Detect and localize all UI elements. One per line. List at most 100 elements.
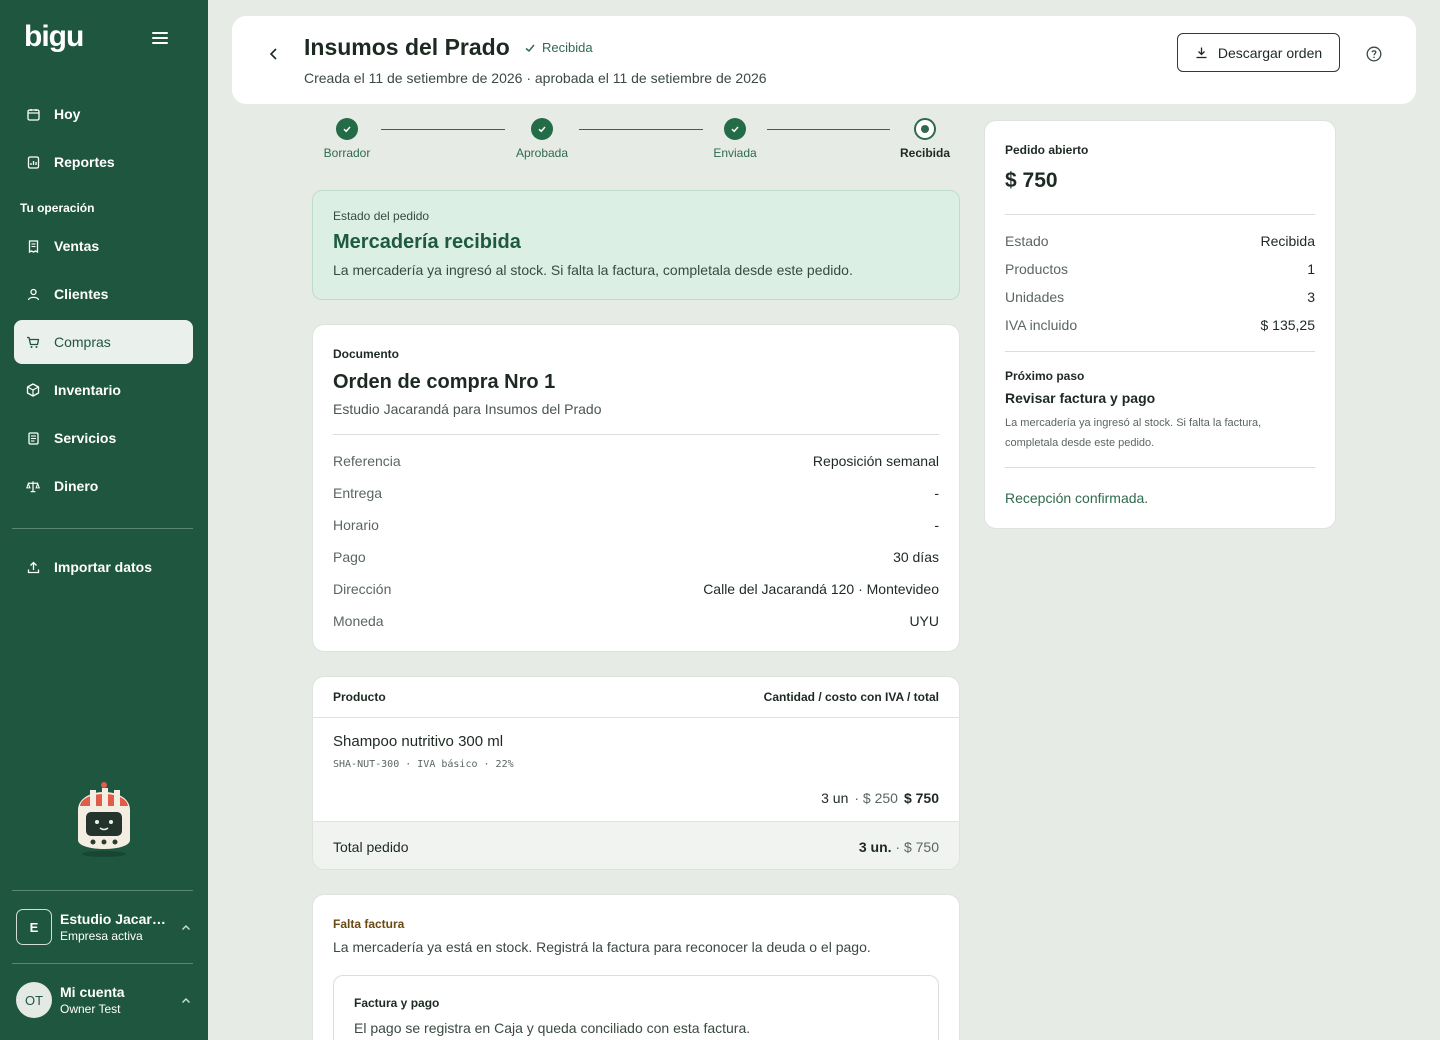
invoice-label: Falta factura [333, 917, 405, 931]
company-name: Estudio Jacarandá [60, 911, 172, 927]
nav-item-inventario[interactable]: Inventario [14, 368, 193, 412]
sidebar-divider [12, 963, 193, 964]
document-icon [26, 431, 40, 445]
field-moneda: Moneda UYU [333, 613, 939, 629]
invoice-payment-label: Factura y pago [354, 996, 440, 1010]
calendar-icon [26, 107, 40, 121]
summary-value: $ 135,25 [1260, 317, 1316, 333]
menu-toggle-icon[interactable] [152, 32, 168, 46]
nav-item-importar-datos[interactable]: Importar datos [14, 545, 193, 589]
field-value: 30 días [893, 549, 939, 565]
company-status: Empresa activa [60, 929, 143, 943]
reception-confirmed-link[interactable]: Recepción confirmada. [1005, 490, 1148, 506]
next-step-title: Revisar factura y pago [1005, 390, 1156, 406]
nav-item-hoy[interactable]: Hoy [14, 92, 193, 136]
nav-item-ventas[interactable]: Ventas [14, 224, 193, 268]
order-summary-card: Pedido abierto $ 750 Estado Recibida Pro… [984, 120, 1336, 529]
nav-item-reportes[interactable]: Reportes [14, 140, 193, 184]
document-label: Documento [333, 347, 399, 361]
account-user: Owner Test [60, 1002, 121, 1016]
section-label: Tu operación [20, 201, 95, 215]
app-logo[interactable]: bigu [24, 20, 84, 54]
nav-item-label: Compras [54, 334, 111, 350]
order-total-row: Total pedido 3 un. · $ 750 [313, 821, 959, 869]
summary-value: Recibida [1260, 233, 1315, 249]
mascot-illustration [72, 780, 136, 858]
step-enviada: Enviada [690, 118, 780, 160]
nav-item-label: Servicios [54, 430, 117, 446]
invoice-payment-panel[interactable]: Factura y pago El pago se registra en Ca… [333, 975, 939, 1040]
check-icon [531, 118, 553, 140]
product-meta: SHA-NUT-300 · IVA básico · 22% [333, 759, 514, 770]
order-total-label: Total pedido [333, 838, 409, 855]
summary-key: Estado [1005, 233, 1049, 249]
next-step-label: Próximo paso [1005, 369, 1085, 383]
document-card: Documento Orden de compra Nro 1 Estudio … [312, 324, 960, 652]
page-title: Insumos del Prado [304, 34, 510, 60]
download-icon [1196, 47, 1207, 59]
page-subtitle: Creada el 11 de setiembre de 2026 · apro… [304, 70, 767, 86]
product-line-values: 3 un · $ 250 $ 750 [821, 790, 939, 806]
field-key: Moneda [333, 613, 384, 629]
sidebar-divider [12, 890, 193, 891]
user-icon [26, 287, 40, 301]
company-switcher[interactable]: E Estudio Jacarandá Empresa activa [16, 907, 192, 947]
nav-item-servicios[interactable]: Servicios [14, 416, 193, 460]
field-value: Reposición semanal [812, 453, 939, 469]
divider [1005, 351, 1315, 352]
download-order-button[interactable]: Descargar orden [1177, 33, 1340, 72]
field-key: Entrega [333, 485, 383, 501]
chevron-up-icon [180, 921, 192, 933]
account-text: Mi cuenta Owner Test [60, 984, 180, 1016]
chevron-up-icon [180, 994, 192, 1006]
product-cost: · $ 250 [854, 790, 898, 806]
account-name: Mi cuenta [60, 984, 125, 1000]
step-label: Aprobada [515, 146, 569, 160]
nav-item-clientes[interactable]: Clientes [14, 272, 193, 316]
company-avatar: E [16, 909, 52, 945]
field-key: Dirección [333, 581, 392, 597]
nav-item-compras[interactable]: Compras [14, 320, 193, 364]
status-text: Recibida [542, 40, 593, 55]
field-key: Referencia [333, 453, 401, 469]
cart-icon [26, 335, 40, 349]
summary-label: Pedido abierto [1005, 143, 1089, 157]
step-connector [579, 129, 703, 130]
sidebar: bigu Hoy Reportes Tu operación Ventas Cl… [0, 0, 208, 1040]
products-card: Producto Cantidad / costo con IVA / tota… [312, 676, 960, 870]
nav-item-label: Importar datos [54, 559, 153, 575]
field-referencia: Referencia Reposición semanal [333, 453, 939, 469]
product-name: Shampoo nutritivo 300 ml [333, 733, 504, 750]
nav-item-dinero[interactable]: Dinero [14, 464, 193, 508]
step-label: Enviada [713, 146, 757, 160]
scale-icon [26, 479, 40, 493]
status-badge: Recibida [524, 40, 593, 55]
summary-row-estado: Estado Recibida [1005, 233, 1315, 249]
divider [333, 434, 939, 435]
sidebar-divider [12, 528, 193, 529]
back-arrow-icon[interactable] [266, 46, 282, 62]
invoice-description: La mercadería ya está en stock. Registrá… [333, 939, 871, 955]
upload-icon [26, 560, 40, 574]
summary-row-iva: IVA incluido $ 135,25 [1005, 317, 1315, 333]
banner-label: Estado del pedido [333, 209, 430, 223]
help-icon[interactable] [1366, 46, 1382, 62]
account-menu[interactable]: OT Mi cuenta Owner Test [16, 980, 192, 1020]
missing-invoice-card: Falta factura La mercadería ya está en s… [312, 894, 960, 1040]
step-aprobada: Aprobada [497, 118, 587, 160]
products-header-left: Producto [333, 690, 386, 704]
order-status-banner: Estado del pedido Mercadería recibida La… [312, 190, 960, 300]
check-icon [525, 44, 535, 52]
download-order-label: Descargar orden [1217, 44, 1323, 61]
summary-value: 3 [1307, 289, 1315, 305]
receipt-icon [26, 239, 40, 253]
product-total: $ 750 [903, 790, 939, 806]
summary-amount: $ 750 [1005, 169, 1058, 192]
company-text: Estudio Jacarandá Empresa activa [60, 911, 180, 943]
field-value: - [934, 517, 939, 533]
banner-description: La mercadería ya ingresó al stock. Si fa… [333, 262, 853, 278]
summary-value: 1 [1307, 261, 1315, 277]
nav-item-label: Inventario [54, 382, 121, 398]
divider [1005, 467, 1315, 468]
avatar: OT [16, 982, 52, 1018]
